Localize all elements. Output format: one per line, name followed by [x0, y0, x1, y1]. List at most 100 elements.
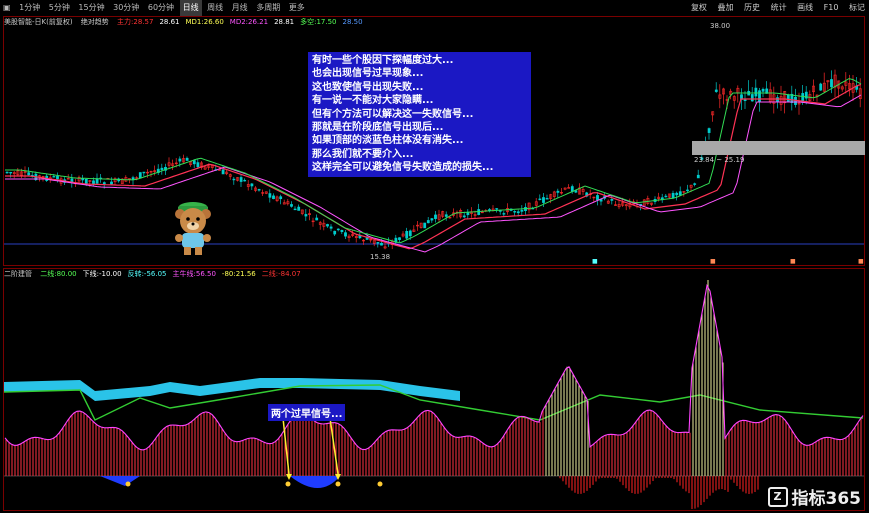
signal-dot	[377, 481, 383, 487]
candle-body	[398, 237, 401, 240]
candle-body	[257, 189, 261, 191]
candle-body	[408, 230, 412, 237]
candle-body	[110, 181, 113, 185]
candle-body	[520, 209, 524, 212]
annotation-line: 有一说一不能对大家隐瞒...	[312, 95, 434, 107]
candle-body	[426, 220, 430, 224]
candle-body	[92, 180, 95, 184]
candle-body	[477, 209, 481, 215]
range-label: 23.84 ~ 25.19	[694, 156, 745, 164]
candle-body	[776, 97, 779, 103]
candle-body	[664, 195, 668, 198]
candle-body	[696, 174, 700, 179]
candle-body	[52, 176, 56, 178]
candle-body	[596, 195, 599, 201]
candle-body	[556, 190, 560, 193]
candle-body	[142, 171, 146, 174]
candle-body	[297, 206, 301, 211]
candle-body	[380, 242, 383, 246]
candle-body	[678, 191, 682, 196]
candle-body	[268, 193, 272, 198]
candle-body	[95, 178, 99, 184]
candle-body	[542, 197, 545, 203]
candle-body	[830, 79, 833, 88]
candle-body	[610, 199, 614, 201]
signal-marker: ■	[710, 258, 716, 265]
candle-body	[272, 195, 275, 200]
early-signal-label: 两个过早信号...	[268, 404, 346, 421]
high-label: 38.00	[710, 22, 731, 30]
candle-body	[430, 218, 434, 221]
candle-body	[81, 178, 85, 181]
candle-body	[336, 228, 340, 231]
candle-body	[675, 192, 679, 196]
annotation-line: 这也致使信号出现失败...	[312, 81, 424, 93]
candle-body	[304, 214, 308, 217]
annotation-line: 但有个方法可以解决这一失败信号...	[312, 108, 474, 120]
annotation-line: 有时一些个股因下探幅度过大...	[312, 55, 454, 66]
candle-body	[5, 171, 9, 174]
annotation-line: 这样完全可以避免信号失败造成的损失...	[312, 162, 494, 174]
candle-body	[502, 213, 506, 215]
low-label: 15.38	[370, 253, 391, 261]
candle-body	[574, 190, 578, 193]
blue-area	[290, 476, 340, 488]
candle-body	[221, 169, 225, 175]
candle-body	[754, 87, 758, 97]
candle-body	[27, 172, 31, 176]
signal-dot	[125, 481, 131, 487]
candle-body	[84, 178, 88, 185]
candle-body	[329, 226, 333, 229]
candle-body	[250, 183, 254, 187]
annotation-box: 有时一些个股因下探幅度过大... 也会出现信号过早现象... 这也致使信号出现失…	[308, 52, 531, 177]
candle-body	[56, 176, 59, 180]
candle-body	[444, 214, 448, 217]
candle-body	[192, 160, 196, 165]
bear-mascot-icon	[175, 202, 211, 255]
candle-body	[290, 204, 293, 207]
candle-body	[405, 231, 409, 239]
candle-body	[243, 179, 247, 182]
candle-body	[102, 182, 106, 185]
candle-body	[538, 198, 542, 201]
signal-dot	[285, 481, 291, 487]
arrow-head-icon	[286, 474, 292, 480]
candle-body	[185, 157, 189, 161]
signal-marker: ■	[858, 258, 864, 265]
candle-body	[239, 177, 243, 182]
candle-body	[495, 208, 499, 210]
candle-body	[671, 192, 675, 199]
z-logo-icon: Z	[767, 486, 788, 507]
candle-body	[693, 183, 697, 185]
candle-body	[462, 215, 466, 218]
price-range-bar	[692, 141, 865, 155]
candle-body	[434, 214, 437, 219]
candle-body	[293, 208, 297, 211]
arrow-line	[329, 417, 339, 475]
candle-body	[750, 94, 754, 102]
candle-body	[340, 229, 344, 233]
annotation-line: 那么我们就不要介入...	[312, 148, 414, 160]
signal-marker: ■	[790, 258, 796, 265]
candle-body	[423, 222, 427, 229]
candle-body	[516, 211, 520, 214]
candle-body	[707, 128, 711, 133]
candle-body	[819, 83, 823, 91]
candle-body	[376, 242, 380, 244]
candle-body	[326, 224, 329, 227]
candle-body	[138, 172, 142, 179]
candle-body	[758, 90, 761, 102]
candle-body	[344, 232, 347, 237]
candle-body	[160, 167, 164, 170]
watermark: Z 指标365	[767, 484, 862, 509]
candle-body	[279, 196, 283, 200]
candle-body	[545, 198, 549, 200]
candle-body	[761, 88, 765, 92]
candle-body	[714, 89, 718, 92]
candle-body	[315, 217, 319, 221]
annotation-line: 那就是在阶段底信号出现后...	[312, 122, 444, 134]
watermark-text: 指标365	[791, 489, 862, 509]
candle-body	[488, 209, 491, 211]
candle-body	[9, 171, 13, 174]
candle-body	[232, 178, 236, 181]
